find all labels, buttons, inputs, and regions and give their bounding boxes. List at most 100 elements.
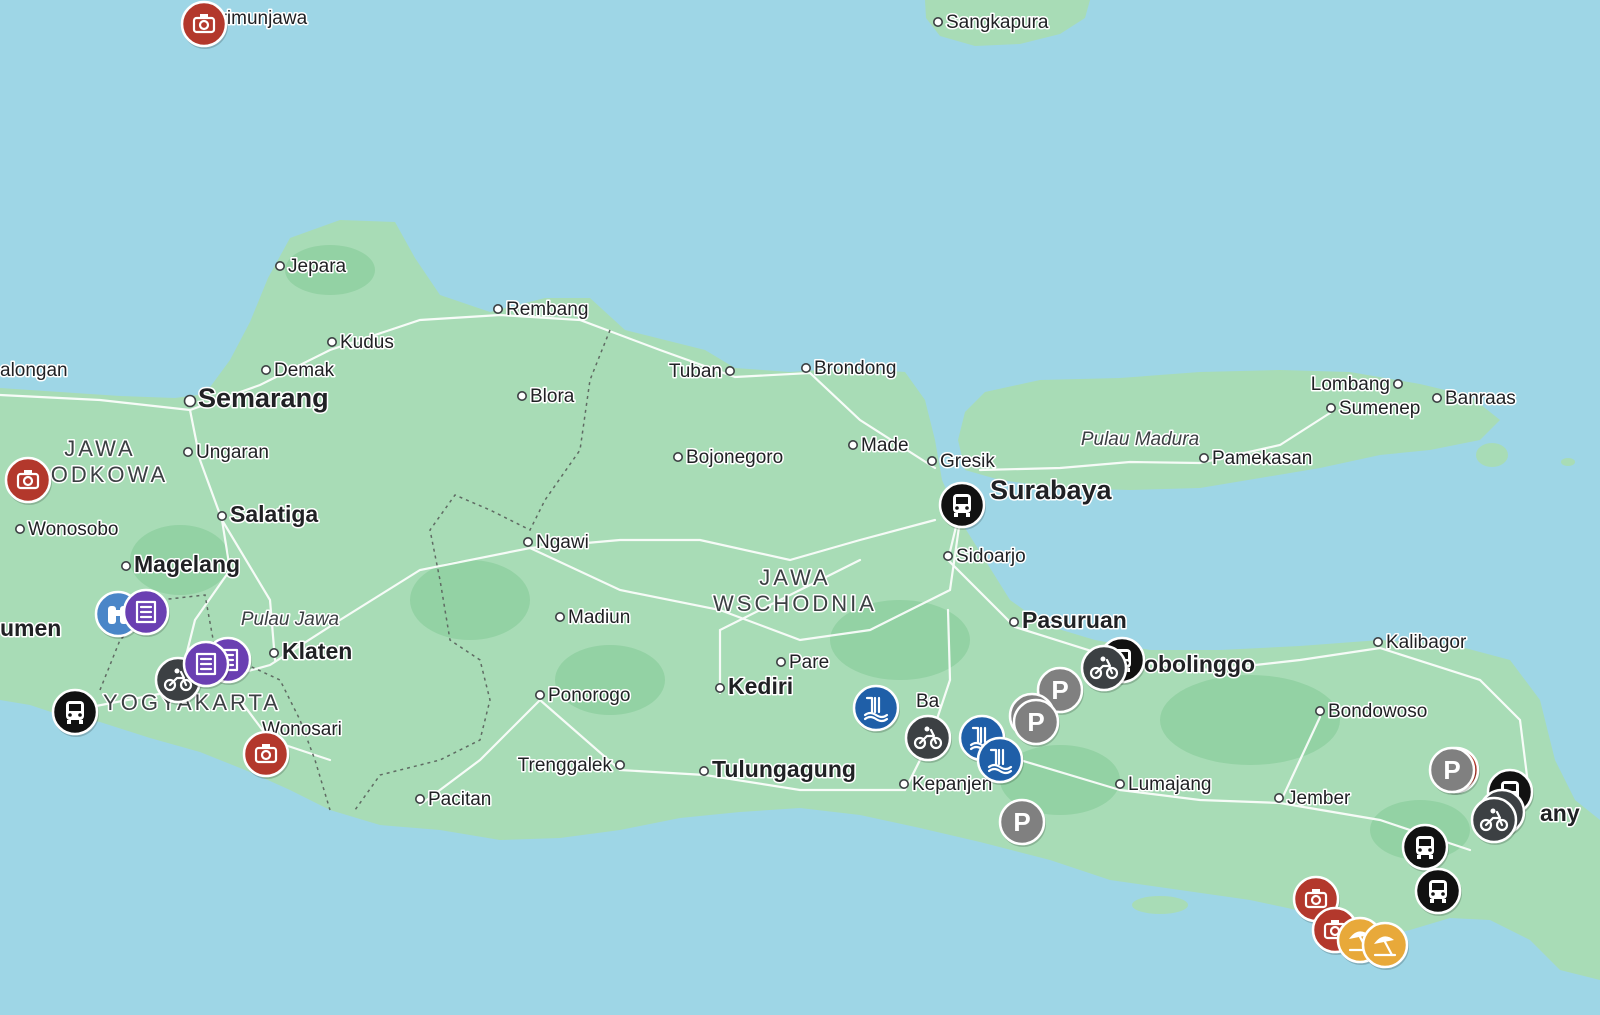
place-ponorogo[interactable]: Ponorogo — [534, 684, 632, 708]
place-dot-icon — [274, 260, 285, 271]
place-ungaran[interactable]: Ungaran — [183, 441, 270, 465]
map-canvas[interactable]: arimunjawa SangkapuraJeparaRembangKudusDe… — [0, 0, 1600, 1015]
forest-patch — [1160, 675, 1340, 765]
place-bondowoso[interactable]: Bondowoso — [1315, 700, 1429, 724]
place-purwokerto[interactable]: umen — [0, 614, 63, 643]
map-pin-motorbike[interactable] — [904, 714, 952, 763]
map-pin-bus[interactable] — [938, 481, 986, 530]
place-dot-icon — [698, 765, 709, 776]
place-label: any — [1540, 800, 1580, 826]
small-islet-east — [1561, 458, 1575, 466]
place-dot-icon — [522, 536, 533, 547]
map-pin-camera[interactable] — [4, 456, 52, 505]
place-banraas[interactable]: Banraas — [1432, 387, 1517, 411]
place-surabaya[interactable]: Surabaya — [989, 474, 1115, 507]
place-dot-icon — [1199, 452, 1210, 463]
place-dot-icon — [926, 455, 937, 466]
place-trenggalek[interactable]: Trenggalek — [516, 754, 625, 778]
map-pin-bus[interactable] — [1401, 823, 1449, 872]
place-dot-icon — [1373, 636, 1384, 647]
place-kediri[interactable]: Kediri — [714, 672, 795, 701]
place-rembang[interactable]: Rembang — [492, 298, 590, 322]
place-dot-icon — [260, 364, 271, 375]
place-dot-icon — [1432, 392, 1443, 403]
place-label: Gresik — [940, 451, 995, 472]
place-label: Ungaran — [196, 442, 269, 463]
place-salatiga[interactable]: Salatiga — [217, 500, 320, 529]
map-pin-motorbike[interactable] — [1470, 796, 1518, 845]
place-batu[interactable]: Ba — [915, 690, 942, 714]
map-pin-parking[interactable]: P — [998, 798, 1046, 847]
map-pin-hotel[interactable] — [182, 640, 230, 689]
place-semarang[interactable]: Semarang — [183, 382, 330, 415]
place-tulungagung[interactable]: Tulungagung — [698, 755, 857, 784]
place-kalibagor[interactable]: Kalibagor — [1373, 631, 1468, 655]
place-brondong[interactable]: Brondong — [800, 357, 898, 381]
place-label: Sumenep — [1339, 398, 1420, 419]
map-pin-waterfall[interactable] — [852, 684, 900, 733]
place-bojonegoro[interactable]: Bojonegoro — [672, 446, 785, 470]
place-magelang[interactable]: Magelang — [121, 550, 242, 579]
pin-badge — [180, 0, 228, 48]
map-pin-beach[interactable] — [1361, 921, 1409, 970]
place-label: Madiun — [568, 607, 630, 628]
map-pin-parking[interactable]: P — [1428, 746, 1476, 795]
parking-icon: P — [1443, 755, 1460, 785]
place-dot-icon — [714, 682, 725, 693]
place-kepanjen[interactable]: Kepanjen — [898, 773, 994, 797]
island-label-pulau-jawa: Pulau Jawa — [241, 609, 339, 630]
place-label: Ngawi — [536, 532, 589, 553]
place-dot-icon — [1115, 778, 1126, 789]
place-dot-icon — [614, 759, 625, 770]
map-pin-bus[interactable] — [51, 688, 99, 737]
parking-icon: P — [1051, 675, 1068, 705]
place-sangkapura[interactable]: Sangkapura — [932, 11, 1050, 35]
place-pekalongan[interactable]: alongan — [0, 359, 69, 383]
region-label-jawa-timur: WSCHODNIA — [713, 591, 877, 616]
place-probolinggo[interactable]: robolinggo — [1134, 650, 1257, 679]
place-dot-icon — [1326, 402, 1337, 413]
place-label: Pasuruan — [1022, 607, 1127, 633]
place-lumajang[interactable]: Lumajang — [1115, 773, 1213, 797]
place-label: umen — [0, 615, 61, 641]
place-pasuruan[interactable]: Pasuruan — [1008, 606, 1128, 635]
place-label: alongan — [0, 360, 68, 381]
parking-letter: P — [1027, 707, 1044, 737]
place-dot-icon — [15, 523, 25, 534]
place-sidoarjo[interactable]: Sidoarjo — [942, 545, 1027, 569]
place-label: Made — [861, 435, 909, 456]
pin-badge — [1080, 644, 1128, 692]
map-pin-parking[interactable]: P — [1012, 698, 1060, 747]
place-label: Lombang — [1311, 374, 1390, 395]
place-dot-icon — [942, 550, 953, 561]
place-dot-icon — [414, 793, 425, 804]
place-label: Sangkapura — [946, 12, 1049, 33]
map-pin-camera[interactable] — [242, 730, 290, 779]
place-pacitan[interactable]: Pacitan — [414, 788, 493, 812]
region-label-jawa-tengah: JAWA — [64, 436, 135, 461]
place-jember[interactable]: Jember — [1274, 787, 1353, 811]
place-dot-icon — [492, 303, 503, 314]
parking-icon: P — [1027, 707, 1044, 737]
place-lombang[interactable]: Lombang — [1309, 373, 1404, 397]
place-label: Kediri — [728, 673, 793, 699]
place-dot-icon — [183, 394, 197, 408]
place-label: Kepanjen — [912, 774, 992, 795]
region-label-jawa-timur: JAWA — [759, 565, 830, 590]
map-pin-waterfall[interactable] — [976, 736, 1024, 785]
place-label: Ponorogo — [548, 685, 630, 706]
place-dot-icon — [516, 390, 527, 401]
place-label: Surabaya — [990, 475, 1113, 505]
place-banyuwangi[interactable]: any — [1539, 799, 1582, 828]
place-wonosobo[interactable]: Wonosobo — [15, 518, 120, 542]
map-pin-hotel[interactable] — [122, 588, 170, 637]
place-label: Demak — [274, 360, 335, 381]
map-pin-camera[interactable] — [180, 0, 228, 49]
place-dot-icon — [775, 656, 786, 667]
map-pin-motorbike[interactable] — [1080, 644, 1128, 693]
place-klaten[interactable]: Klaten — [268, 637, 354, 666]
place-label: Tulungagung — [712, 756, 856, 782]
place-pamekasan[interactable]: Pamekasan — [1199, 447, 1314, 471]
map-pin-bus[interactable] — [1414, 867, 1462, 916]
place-sumenep[interactable]: Sumenep — [1326, 397, 1422, 421]
